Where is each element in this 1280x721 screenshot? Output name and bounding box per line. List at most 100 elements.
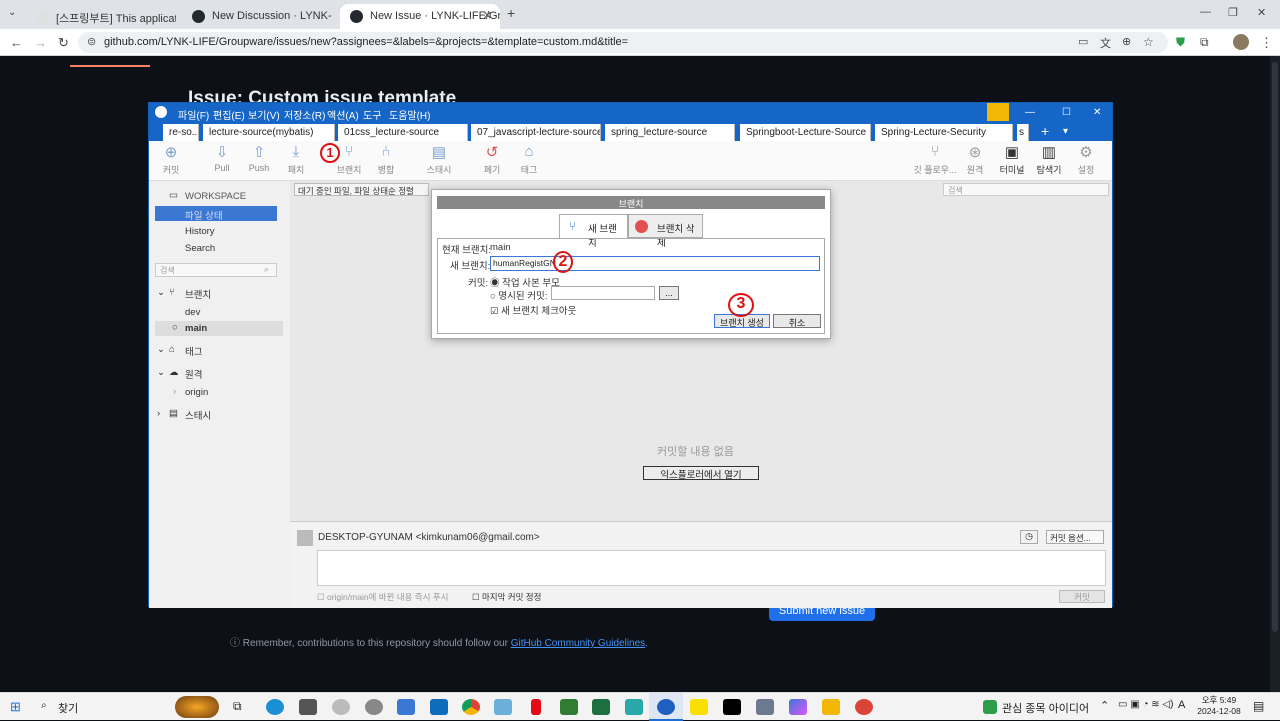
folder-icon[interactable]: [822, 699, 840, 715]
shield-icon[interactable]: ⛊: [1176, 35, 1185, 50]
store-icon[interactable]: [397, 699, 415, 715]
sidebar-item-branches[interactable]: 브랜치: [185, 287, 211, 301]
calculator-icon[interactable]: [299, 699, 317, 715]
outlook-icon[interactable]: [430, 699, 448, 715]
app-icon[interactable]: [332, 699, 350, 715]
menu-file[interactable]: 파일(F): [178, 107, 209, 122]
settings-button[interactable]: ⚙ 설정: [1064, 143, 1108, 176]
repo-tab[interactable]: re-so...: [163, 124, 199, 141]
minimize-icon[interactable]: —: [1200, 6, 1211, 18]
notification-icon[interactable]: ▤: [1253, 699, 1264, 713]
forward-icon[interactable]: →: [34, 35, 47, 50]
menu-tools[interactable]: 도구: [363, 107, 381, 122]
excel-icon[interactable]: [592, 699, 610, 715]
menu-repository[interactable]: 저장소(R): [284, 107, 325, 122]
stock-widget[interactable]: 관심 종목 아이디어: [1002, 700, 1089, 716]
push-checkbox[interactable]: ☐ origin/main에 바뀐 내용 즉시 푸시: [317, 591, 448, 603]
app-icon[interactable]: [494, 699, 512, 715]
tray-icons[interactable]: ▭ ▣ ◔ ≋ ◁): [1118, 699, 1173, 710]
repo-tab[interactable]: 07_javascript-lecture-source: [471, 124, 601, 141]
chrome-icon[interactable]: [855, 699, 873, 715]
menu-help[interactable]: 도움말(H): [389, 107, 430, 122]
tab-dropdown-icon[interactable]: ▾: [1063, 126, 1068, 137]
remote-item-origin[interactable]: origin: [185, 387, 208, 398]
chevron-up-icon[interactable]: ⌃: [1100, 699, 1109, 712]
cancel-button[interactable]: 취소: [773, 314, 821, 328]
sidebar-item-remotes[interactable]: 원격: [185, 367, 202, 381]
close-icon[interactable]: ✕: [483, 9, 492, 22]
chevron-right-icon[interactable]: ›: [173, 386, 176, 397]
kakaotalk-icon[interactable]: [690, 699, 708, 715]
app-icon[interactable]: [560, 699, 578, 715]
radio-working-copy[interactable]: ◉ 작업 사본 부모: [490, 275, 560, 289]
menu-edit[interactable]: 편집(E): [213, 107, 245, 122]
task-view-icon[interactable]: ⧉: [233, 699, 242, 714]
menu-actions[interactable]: 액션(A): [327, 107, 359, 122]
repo-tab[interactable]: s: [1017, 124, 1029, 141]
app-icon[interactable]: [756, 699, 774, 715]
app-icon[interactable]: [625, 699, 643, 715]
cast-icon[interactable]: ▭: [1078, 35, 1088, 48]
app-icon[interactable]: [365, 699, 383, 715]
zoom-icon[interactable]: ⊕: [1122, 35, 1131, 48]
commit-button[interactable]: ⊕ 커밋: [149, 143, 193, 176]
browse-commit-button[interactable]: ...: [659, 286, 679, 300]
sidebar-item-stash[interactable]: 스태시: [185, 408, 211, 422]
extensions-icon[interactable]: ⧉: [1200, 35, 1209, 50]
radio-specified-commit[interactable]: ○ 명시된 커밋:: [490, 288, 547, 302]
sidebar-item-search[interactable]: Search: [185, 243, 215, 254]
netflix-icon[interactable]: [531, 699, 541, 715]
windows-start-icon[interactable]: ⊞: [10, 699, 21, 715]
clock[interactable]: 오후 5:49 2024-12-08: [1192, 695, 1246, 717]
intellij-icon[interactable]: [723, 699, 741, 715]
close-window-icon[interactable]: ✕: [1257, 6, 1266, 19]
maximize-icon[interactable]: ❐: [1228, 6, 1238, 19]
amend-checkbox[interactable]: ☐ 마지막 커밋 정정: [472, 591, 541, 603]
translate-icon[interactable]: 文: [1100, 35, 1111, 51]
taskbar-search[interactable]: 찾기: [58, 700, 78, 716]
sidebar-search-input[interactable]: 검색 ⌕: [155, 263, 277, 277]
history-icon[interactable]: ◷: [1020, 530, 1038, 544]
new-tab-icon[interactable]: +: [507, 5, 515, 21]
commit-options-dropdown[interactable]: 커밋 옵션... ⌄: [1046, 530, 1104, 554]
fetch-button[interactable]: ⤓ 패치: [274, 143, 318, 176]
chevron-down-icon[interactable]: ⌄: [157, 287, 165, 298]
tab-delete-branch[interactable]: 브랜치 삭제: [628, 214, 703, 249]
bookmark-icon[interactable]: ☆: [1143, 35, 1154, 49]
branch-item-dev[interactable]: dev: [185, 307, 200, 318]
app-icon[interactable]: [789, 699, 807, 715]
chevron-right-icon[interactable]: ›: [157, 408, 160, 419]
file-search-input[interactable]: 검색: [943, 183, 1109, 196]
search-icon[interactable]: ⌕: [41, 700, 47, 711]
git-flow-button[interactable]: ⑂ 깃 플로우...: [911, 143, 959, 176]
ime-icon[interactable]: A: [1178, 699, 1185, 711]
url-field[interactable]: ⊜ github.com/LYNK-LIFE/Groupware/issues/…: [78, 32, 1168, 53]
sort-filter-dropdown[interactable]: 대기 중인 파일, 파일 상태순 정렬: [294, 183, 429, 196]
menu-view[interactable]: 보기(V): [248, 107, 280, 122]
tag-button[interactable]: ⌂ 태그: [507, 143, 551, 176]
repo-tab[interactable]: 01css_lecture-source: [338, 124, 468, 141]
repo-tab[interactable]: lecture-source(mybatis): [203, 124, 335, 141]
site-info-icon[interactable]: ⊜: [87, 35, 96, 48]
stash-button[interactable]: ▤ 스태시: [417, 143, 461, 176]
repo-tab[interactable]: Spring-Lecture-Security: [875, 124, 1013, 141]
sidebar-item-history[interactable]: History: [185, 226, 215, 237]
repo-tab[interactable]: spring_lecture-source: [605, 124, 735, 141]
commit-hash-input[interactable]: [551, 286, 655, 300]
tab-new-branch[interactable]: ⑂ 새 브랜치: [559, 214, 628, 249]
back-icon[interactable]: ←: [10, 35, 23, 50]
sidebar-item-file-status[interactable]: 파일 상태: [155, 206, 277, 222]
branch-item-main[interactable]: ○ main: [155, 321, 283, 336]
sourcetree-icon[interactable]: [657, 699, 675, 715]
sidebar-item-tags[interactable]: 태그: [185, 344, 202, 358]
menu-icon[interactable]: ⋮: [1260, 35, 1273, 51]
chrome-icon[interactable]: [462, 699, 480, 715]
close-icon[interactable]: ✕: [1093, 107, 1101, 118]
commit-submit-button[interactable]: 커밋: [1059, 590, 1105, 603]
chevron-down-icon[interactable]: ⌄: [157, 367, 165, 378]
browser-tab-1[interactable]: [스프링부트] This application h: [26, 4, 176, 29]
open-explorer-button[interactable]: 익스플로러에서 열기: [643, 466, 759, 481]
browser-tab-3[interactable]: New Issue · LYNK-LIFE/Groupw ✕: [340, 4, 500, 29]
merge-button[interactable]: ⑃ 병합: [364, 143, 408, 176]
add-tab-icon[interactable]: +: [1041, 123, 1049, 139]
